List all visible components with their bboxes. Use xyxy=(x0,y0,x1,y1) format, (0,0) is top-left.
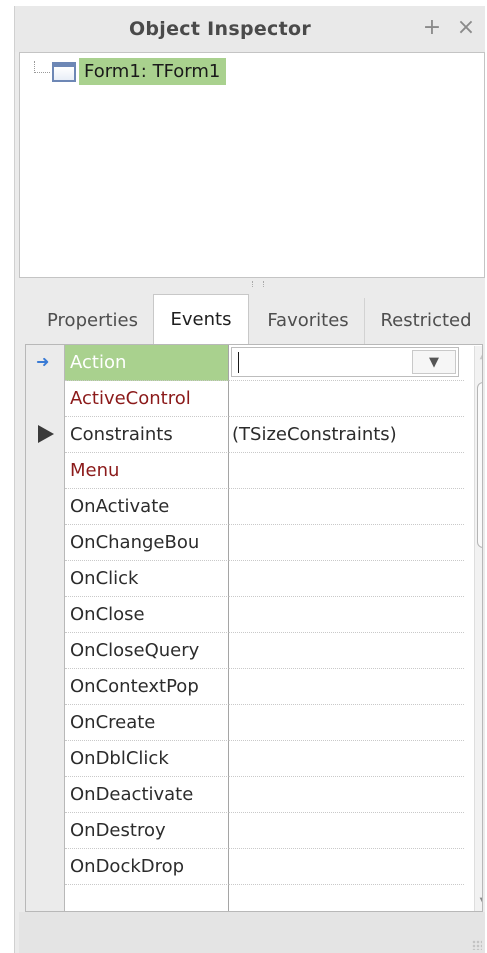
tab-favorites[interactable]: Favorites xyxy=(252,298,365,344)
property-row[interactable]: OnChangeBou xyxy=(26,525,464,561)
property-row[interactable]: OnCreate xyxy=(26,705,464,741)
row-gutter xyxy=(26,381,64,417)
property-row[interactable]: OnActivate xyxy=(26,489,464,525)
property-name[interactable]: Menu xyxy=(65,453,229,489)
property-row[interactable]: OnCloseQuery xyxy=(26,633,464,669)
property-row[interactable]: OnClose xyxy=(26,597,464,633)
property-value[interactable] xyxy=(229,813,464,849)
property-row[interactable]: OnDblClick xyxy=(26,741,464,777)
row-gutter xyxy=(26,417,64,453)
property-name[interactable]: OnDblClick xyxy=(65,741,229,777)
property-name[interactable]: OnDeactivate xyxy=(65,777,229,813)
title-bar[interactable]: Object Inspector + × xyxy=(15,6,485,52)
row-gutter xyxy=(26,849,64,885)
row-gutter xyxy=(26,489,64,525)
property-name[interactable]: OnClose xyxy=(65,597,229,633)
row-gutter xyxy=(26,669,64,705)
property-name[interactable]: OnCreate xyxy=(65,705,229,741)
size-grip-icon[interactable] xyxy=(472,940,482,950)
property-name[interactable] xyxy=(65,885,229,911)
property-value[interactable] xyxy=(229,885,464,911)
property-row[interactable]: Constraints (TSizeConstraints) xyxy=(26,417,464,453)
property-name[interactable]: OnActivate xyxy=(65,489,229,525)
window-title: Object Inspector xyxy=(128,18,312,40)
property-row[interactable]: ActiveControl xyxy=(26,381,464,417)
form-icon xyxy=(52,62,76,82)
property-row[interactable]: OnClick xyxy=(26,561,464,597)
component-tree[interactable]: Form1: TForm1 xyxy=(19,52,485,278)
property-name[interactable]: OnChangeBou xyxy=(65,525,229,561)
row-gutter xyxy=(26,525,64,561)
row-gutter xyxy=(26,705,64,741)
row-gutter xyxy=(26,777,64,813)
grip-icon xyxy=(252,281,264,287)
object-inspector-panel: Object Inspector + × Form1: TForm1 Prope… xyxy=(14,6,485,953)
splitter-handle[interactable] xyxy=(19,278,485,292)
dropdown-arrow-icon[interactable]: ▼ xyxy=(412,350,456,374)
status-bar xyxy=(19,912,485,953)
pin-icon[interactable]: + xyxy=(421,16,443,40)
tree-connector-line xyxy=(34,72,50,74)
property-name[interactable]: OnDestroy xyxy=(65,813,229,849)
row-gutter xyxy=(26,597,64,633)
tab-properties[interactable]: Properties xyxy=(31,298,155,344)
text-cursor xyxy=(238,352,239,373)
inspector-tabs: Properties Favorites Restricted Events xyxy=(19,294,485,344)
property-value[interactable] xyxy=(229,705,464,741)
expand-arrow-icon[interactable] xyxy=(38,425,54,443)
property-value[interactable] xyxy=(229,453,464,489)
row-gutter: ➜ xyxy=(26,345,64,381)
property-row[interactable]: OnDeactivate xyxy=(26,777,464,813)
property-value[interactable] xyxy=(229,381,464,417)
property-row[interactable]: OnDestroy xyxy=(26,813,464,849)
property-name[interactable]: Constraints xyxy=(65,417,229,453)
row-gutter xyxy=(26,885,64,911)
property-name[interactable]: OnDockDrop xyxy=(65,849,229,885)
property-value[interactable] xyxy=(229,489,464,525)
property-row[interactable] xyxy=(26,885,464,911)
event-handler-combo[interactable]: ▼ xyxy=(231,347,459,377)
property-grid: ➜ Action ▼ ActiveControl Constraints (TSizeCo… xyxy=(25,344,483,912)
property-value[interactable] xyxy=(229,849,464,885)
row-gutter xyxy=(26,633,64,669)
property-name[interactable]: OnCloseQuery xyxy=(65,633,229,669)
scrollbar-thumb[interactable] xyxy=(477,382,482,548)
property-name[interactable]: OnContextPop xyxy=(65,669,229,705)
vertical-scrollbar[interactable]: ▲ ▼ xyxy=(474,346,482,911)
tree-item-form1[interactable]: Form1: TForm1 xyxy=(79,58,227,85)
property-row[interactable]: Menu xyxy=(26,453,464,489)
property-row[interactable]: OnDockDrop xyxy=(26,849,464,885)
property-name[interactable]: ActiveControl xyxy=(65,381,229,417)
row-gutter xyxy=(26,561,64,597)
property-value[interactable]: ▼ xyxy=(229,345,464,381)
selected-row-arrow-icon: ➜ xyxy=(36,352,50,371)
scroll-down-icon[interactable]: ▼ xyxy=(475,894,482,910)
close-icon[interactable]: × xyxy=(455,16,477,40)
property-value[interactable] xyxy=(229,777,464,813)
gutter-divider xyxy=(64,345,65,911)
property-row[interactable]: ➜ Action ▼ xyxy=(26,345,464,381)
property-value[interactable] xyxy=(229,597,464,633)
property-value[interactable] xyxy=(229,741,464,777)
row-gutter xyxy=(26,453,64,489)
property-name[interactable]: OnClick xyxy=(65,561,229,597)
property-row[interactable]: OnContextPop xyxy=(26,669,464,705)
scroll-up-icon[interactable]: ▲ xyxy=(475,348,482,364)
property-name[interactable]: Action xyxy=(65,345,229,381)
row-gutter xyxy=(26,813,64,849)
row-gutter xyxy=(26,741,64,777)
tab-restricted[interactable]: Restricted xyxy=(367,298,485,344)
tab-events[interactable]: Events xyxy=(153,294,249,344)
property-value[interactable]: (TSizeConstraints) xyxy=(229,417,464,453)
property-value[interactable] xyxy=(229,525,464,561)
property-value[interactable] xyxy=(229,669,464,705)
property-value[interactable] xyxy=(229,633,464,669)
property-value[interactable] xyxy=(229,561,464,597)
